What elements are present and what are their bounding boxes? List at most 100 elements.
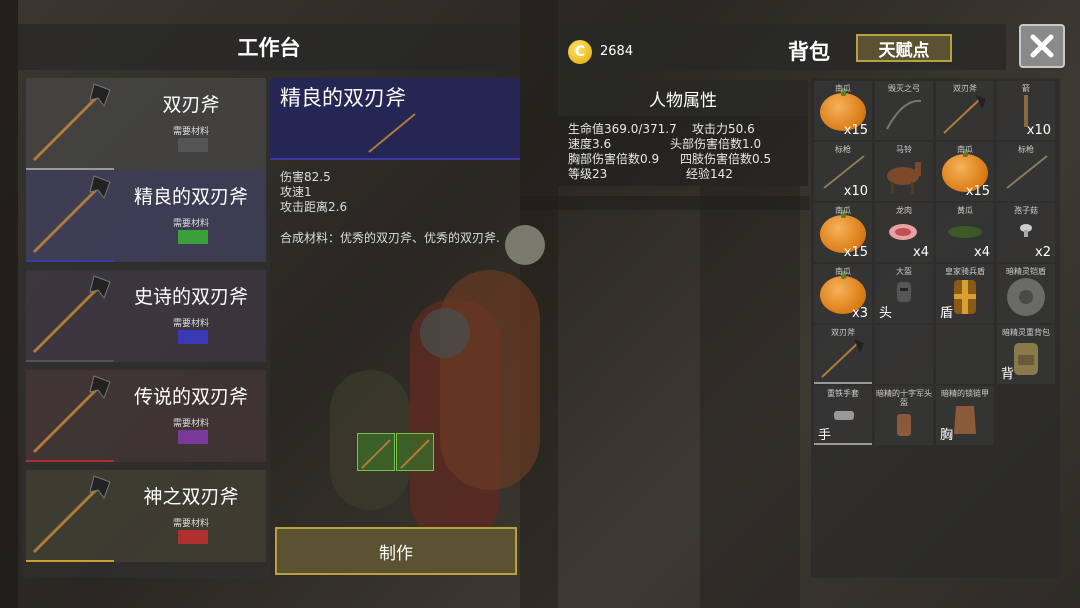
inventory-slot[interactable]: 龙肉 x4	[875, 203, 933, 262]
inventory-slot[interactable]: 南瓜 x3	[814, 264, 872, 323]
javelin-icon	[1006, 155, 1048, 189]
attributes-header: 人物属性	[558, 80, 808, 116]
close-icon	[1030, 34, 1054, 58]
item-quantity: x15	[843, 123, 868, 138]
required-materials: 合成材料：优秀的双刃斧、优秀的双刃斧.	[280, 231, 500, 245]
item-label: 南瓜	[957, 145, 973, 154]
double-axe-icon	[400, 439, 430, 469]
recipe-item[interactable]: 精良的双刃斧 需要材料	[26, 170, 266, 262]
recipe-name: 神之双刃斧	[143, 486, 239, 508]
craft-button[interactable]: 制作	[275, 527, 517, 575]
item-label: 暗精的锁链甲	[941, 389, 989, 398]
shield-icon	[954, 280, 976, 314]
attack-range-stat: 攻击距离2.6	[280, 200, 348, 214]
coin-count: 2684	[600, 44, 634, 59]
inventory-slot[interactable]	[875, 325, 933, 384]
requirement-label: 需要材料	[172, 219, 209, 229]
inventory-slot[interactable]: 马铃	[875, 142, 933, 201]
rarity-underline	[26, 460, 114, 462]
equip-slot-tag: 盾	[940, 306, 954, 321]
equip-slot-tag: 头	[879, 306, 893, 321]
material-icon	[178, 330, 208, 344]
double-axe-icon	[28, 370, 116, 462]
inventory-grid[interactable]: 南瓜 x15 毁灭之弓 双刃斧 箭 x10 标枪 x10 马铃 南瓜 x15 标…	[811, 78, 1060, 578]
inventory-slot[interactable]: 暗精的锁链甲 胸	[936, 386, 994, 445]
item-label: 暗精灵重背包	[1002, 328, 1050, 337]
mushroom-icon	[1020, 224, 1032, 237]
cucumber-icon	[948, 226, 982, 238]
meat-icon	[889, 224, 917, 240]
item-label: 标枪	[1018, 145, 1034, 154]
double-axe-icon	[28, 170, 116, 262]
selected-recipe-stats: 伤害82.5 攻速1 攻击距离2.6	[280, 170, 347, 215]
item-quantity: x10	[1026, 123, 1051, 138]
inventory-slot[interactable]: 黄瓜 x4	[936, 203, 994, 262]
recipe-name: 传说的双刃斧	[133, 386, 248, 408]
equip-slot-tag: 手	[818, 428, 832, 443]
item-label: 南瓜	[835, 84, 851, 93]
material-icon	[178, 138, 208, 152]
item-label: 箭	[1022, 84, 1030, 93]
workbench-title: 工作台	[237, 36, 301, 60]
item-quantity: x15	[843, 245, 868, 260]
coin-icon: C	[568, 40, 592, 64]
inventory-slot[interactable]: 南瓜 x15	[814, 81, 872, 140]
inventory-slot[interactable]: 南瓜 x15	[814, 203, 872, 262]
backpack-header: C 2684 背包 天赋点	[558, 24, 1006, 70]
recipe-list[interactable]: 双刃斧 需要材料 精良的双刃斧 需要材料 史诗的双刃斧 需要材料 传说的双刃斧 …	[22, 78, 270, 578]
attributes-panel: 生命值369.0/371.7 攻击力50.6 速度3.6 头部伤害倍数1.0 胸…	[558, 116, 808, 186]
item-label: 双刃斧	[831, 328, 855, 337]
item-label: 南瓜	[835, 267, 851, 276]
inventory-slot[interactable]: 毁灭之弓	[875, 81, 933, 140]
item-label: 标枪	[835, 145, 851, 154]
inventory-slot[interactable]: 暗精灵重背包 背	[997, 325, 1055, 384]
inventory-slot[interactable]: 南瓜 x15	[936, 142, 994, 201]
item-label: 重铁手套	[827, 389, 859, 398]
item-label: 毁灭之弓	[888, 84, 920, 93]
requirement-label: 需要材料	[172, 419, 209, 429]
attributes-title: 人物属性	[649, 90, 717, 111]
bow-icon	[886, 99, 922, 130]
helmet-icon	[897, 282, 911, 302]
inventory-slot[interactable]: 孢子菇 x2	[997, 203, 1055, 262]
level-stat: 等级23	[568, 167, 608, 181]
double-axe-icon	[361, 439, 391, 469]
inventory-slot[interactable]: 大盔 头	[875, 264, 933, 323]
workbench-header: 工作台	[18, 24, 520, 70]
recipe-name: 精良的双刃斧	[133, 186, 248, 208]
inventory-slot[interactable]: 箭 x10	[997, 81, 1055, 140]
inventory-slot[interactable]: 暗精灵铠盾	[997, 264, 1055, 323]
close-button[interactable]	[1019, 24, 1065, 68]
inventory-slot[interactable]: 重铁手套 手	[814, 386, 872, 445]
crusader-helm-icon	[897, 414, 911, 436]
backpack-icon	[1014, 343, 1038, 375]
item-label: 暗精灵铠盾	[1006, 267, 1046, 276]
equip-slot-tag: 胸	[940, 428, 954, 443]
item-label: 双刃斧	[953, 84, 977, 93]
recipe-item[interactable]: 传说的双刃斧 需要材料	[26, 370, 266, 462]
backpack-title: 背包	[788, 40, 830, 64]
double-axe-icon	[943, 95, 986, 134]
inventory-slot[interactable]: 暗精的十字军头盔	[875, 386, 933, 445]
item-label: 皇家骑兵盾	[945, 267, 985, 276]
inventory-slot[interactable]: 标枪	[997, 142, 1055, 201]
inventory-slot[interactable]: 双刃斧	[936, 81, 994, 140]
double-axe-icon	[28, 78, 116, 170]
inventory-slot[interactable]	[936, 325, 994, 384]
horse-icon	[887, 162, 921, 194]
inventory-slot[interactable]: 标枪 x10	[814, 142, 872, 201]
recipe-item[interactable]: 双刃斧 需要材料	[26, 78, 266, 170]
slot-divider	[814, 443, 872, 445]
double-axe-icon	[28, 270, 116, 362]
talent-points-button[interactable]: 天赋点	[856, 34, 952, 62]
material-icon	[178, 230, 208, 244]
inventory-slot[interactable]: 皇家骑兵盾 盾	[936, 264, 994, 323]
requirement-label: 需要材料	[172, 519, 209, 529]
exp-stat: 经验142	[686, 167, 733, 181]
recipe-name: 双刃斧	[162, 94, 220, 116]
recipe-item[interactable]: 史诗的双刃斧 需要材料	[26, 270, 266, 362]
item-quantity: x4	[974, 245, 990, 260]
inventory-slot[interactable]: 双刃斧	[814, 325, 872, 384]
chainmail-icon	[954, 406, 976, 434]
recipe-item[interactable]: 神之双刃斧 需要材料	[26, 470, 266, 562]
